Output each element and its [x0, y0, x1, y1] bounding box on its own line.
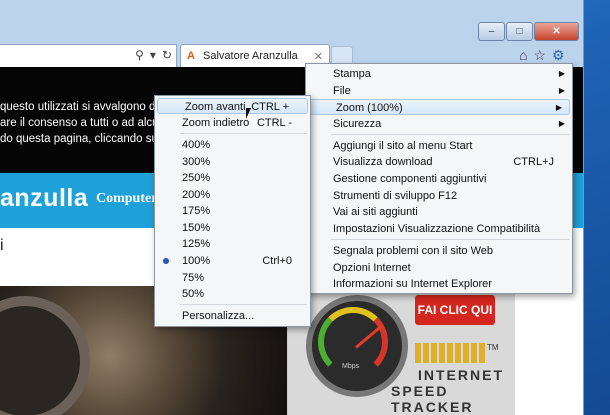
close-tab-icon[interactable]: ✕	[314, 50, 323, 63]
menu-item-zoom-250[interactable]: 250%	[155, 170, 310, 186]
tools-menu: Stampa ▶ File ▶ Zoom (100%) ▶ Sicurezza ▶ Ag…	[305, 63, 573, 294]
menu-item-zoom[interactable]: Zoom (100%) ▶	[308, 99, 570, 115]
aranzulla-logo-icon: A	[187, 50, 195, 62]
menu-item-stampa[interactable]: Stampa ▶	[306, 66, 572, 82]
submenu-arrow-icon: ▶	[558, 69, 565, 78]
menu-item-zoom-100[interactable]: 100% Ctrl+0	[155, 253, 310, 269]
menu-item-report-problems[interactable]: Segnala problemi con il sito Web	[306, 243, 572, 259]
maximize-button[interactable]: □	[506, 22, 533, 41]
submenu-arrow-icon: ▶	[558, 119, 565, 128]
menu-item-sicurezza[interactable]: Sicurezza ▶	[306, 116, 572, 132]
notice-line: do questa pagina, cliccando su un	[0, 133, 174, 145]
menu-item-zoom-75[interactable]: 75%	[155, 270, 310, 286]
notice-line: questo utilizzati si avvalgono di co	[0, 101, 174, 113]
address-bar-icons: ⚲ ▾ ↻	[135, 48, 172, 62]
menu-item-devtools[interactable]: Strumenti di sviluppo F12	[306, 188, 572, 204]
menu-item-compat-view[interactable]: Impostazioni Visualizzazione Compatibili…	[306, 221, 572, 237]
gauge-label: Mbps	[342, 363, 360, 370]
tab-title: Salvatore Aranzulla	[203, 50, 298, 62]
menu-item-zoom-175[interactable]: 175%	[155, 203, 310, 219]
mouse-cursor-icon	[246, 108, 251, 119]
notice-line: are il consenso a tutti o ad alcuni	[0, 117, 168, 129]
ad-trademark: TM	[487, 343, 499, 352]
zoom-submenu: Zoom avanti CTRL + Zoom indietro CTRL - 40…	[154, 95, 311, 327]
menu-item-internet-options[interactable]: Opzioni Internet	[306, 260, 572, 276]
ad-title-line1: INTERNET	[418, 367, 504, 383]
menu-item-zoom-custom[interactable]: Personalizza...	[155, 308, 310, 324]
menu-item-zoom-in[interactable]: Zoom avanti CTRL +	[157, 98, 308, 114]
submenu-arrow-icon: ▶	[558, 86, 565, 95]
menu-item-addons[interactable]: Gestione componenti aggiuntivi	[306, 171, 572, 187]
selected-radio-icon	[163, 258, 169, 264]
refresh-icon[interactable]: ↻	[162, 48, 172, 62]
dropdown-icon[interactable]: ▾	[150, 48, 156, 62]
menu-separator	[180, 133, 307, 134]
site-logo[interactable]: anzulla	[0, 184, 88, 213]
ad-click-button[interactable]: FAI CLIC QUI	[415, 295, 495, 325]
menu-item-file[interactable]: File ▶	[306, 83, 572, 99]
search-icon[interactable]: ⚲	[135, 48, 144, 62]
menu-separator	[331, 134, 569, 135]
home-icon[interactable]: ⌂	[519, 47, 527, 64]
ad-banner[interactable]: Mbps FAI CLIC QUI TM INTERNET SPEED TRAC…	[287, 285, 515, 415]
favorites-star-icon[interactable]: ☆	[533, 47, 546, 64]
close-window-button[interactable]: ✕	[534, 22, 579, 41]
window-controls: – □ ✕	[478, 22, 579, 41]
speedometer-icon: Mbps	[306, 295, 408, 397]
gear-icon[interactable]: ⚙	[552, 47, 565, 64]
ad-title-line2: SPEED TRACKER	[391, 383, 474, 415]
menu-separator	[180, 304, 307, 305]
menu-item-zoom-150[interactable]: 150%	[155, 220, 310, 236]
menu-item-zoom-300[interactable]: 300%	[155, 154, 310, 170]
menu-separator	[331, 239, 569, 240]
ad-logo-icon	[415, 343, 485, 363]
minimize-button[interactable]: –	[478, 22, 505, 41]
nav-link-computer[interactable]: Computer	[96, 191, 157, 207]
command-icons: ⌂ ☆ ⚙	[519, 47, 565, 64]
menu-item-zoom-out[interactable]: Zoom indietro CTRL -	[155, 115, 310, 131]
film-reel-image	[0, 296, 90, 415]
menu-item-zoom-50[interactable]: 50%	[155, 286, 310, 302]
menu-item-pinned-sites[interactable]: Vai ai siti aggiunti	[306, 204, 572, 220]
menu-item-about-ie[interactable]: Informazioni su Internet Explorer	[306, 276, 572, 292]
menu-item-add-site-start[interactable]: Aggiungi il sito al menu Start	[306, 138, 572, 154]
address-bar[interactable]: ⚲ ▾ ↻	[0, 44, 177, 68]
submenu-arrow-icon: ▶	[555, 103, 562, 112]
article-heading: i	[0, 237, 4, 254]
menu-item-zoom-200[interactable]: 200%	[155, 187, 310, 203]
menu-item-zoom-400[interactable]: 400%	[155, 137, 310, 153]
menu-item-downloads[interactable]: Visualizza download CTRL+J	[306, 154, 572, 170]
menu-item-zoom-125[interactable]: 125%	[155, 236, 310, 252]
